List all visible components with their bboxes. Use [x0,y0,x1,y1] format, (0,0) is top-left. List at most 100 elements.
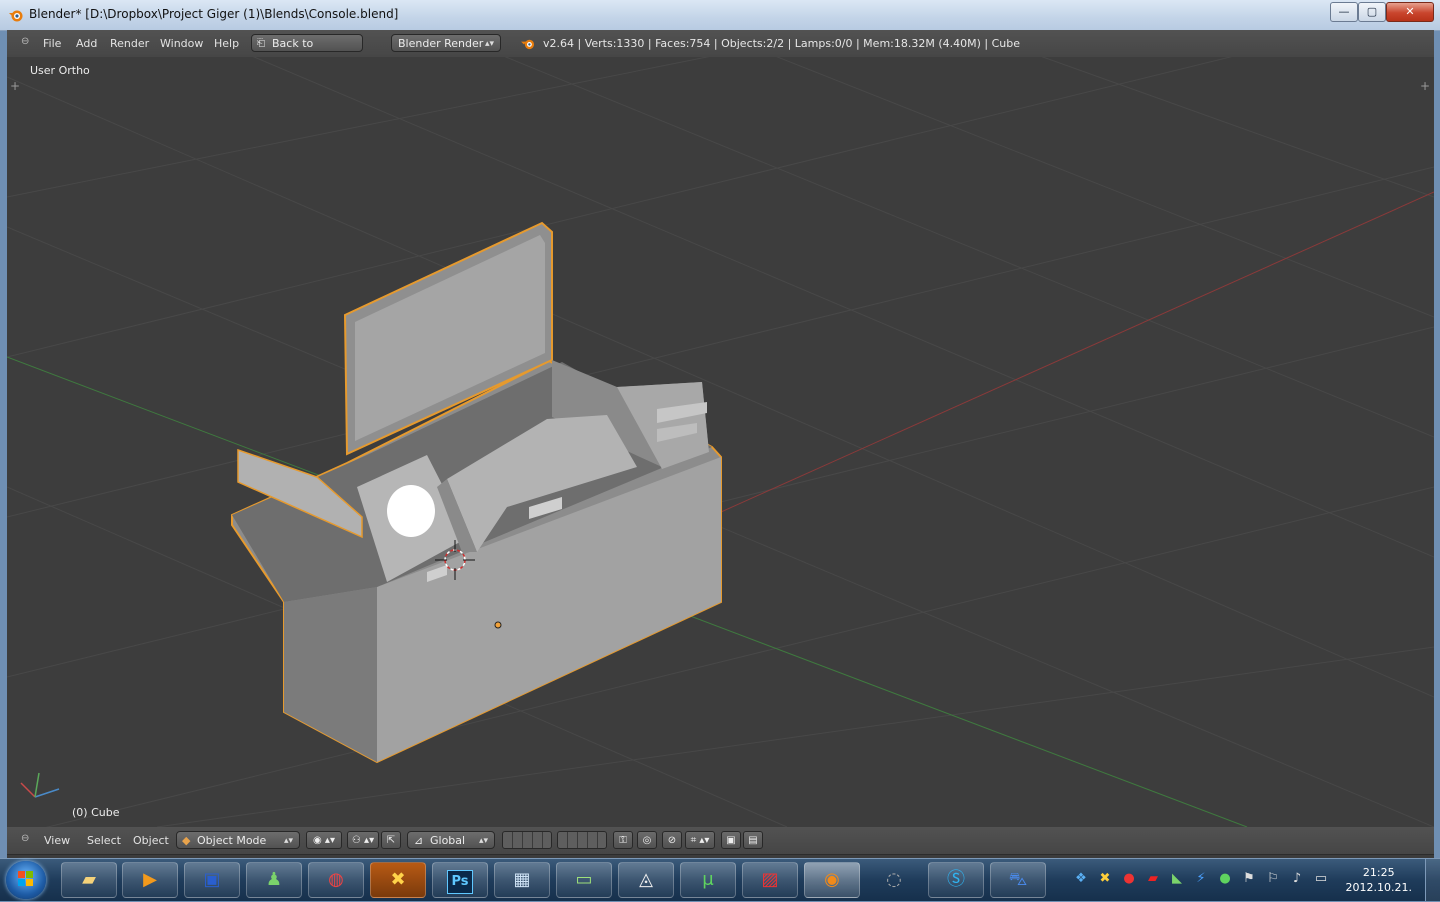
taskbar: ▰ ▶ ▣ ♟ ◍ ✖ Ps ▦ ▭ ◬ μ ▨ ◉ ◌ Ⓢ ⛍ ❖ ✖ ● ▰… [0,858,1440,901]
blender-logo-icon [9,10,23,22]
mode-label: Object Mode [197,834,267,847]
utorrent-tray-icon[interactable]: ● [1217,871,1233,887]
viewport-scene: + + [7,57,1434,827]
grid-floor [7,57,1434,827]
console-model[interactable] [231,221,722,764]
menu-help[interactable]: Help [214,37,239,50]
taskbar-stripes[interactable]: ▨ [742,862,798,898]
start-button[interactable] [6,861,46,899]
blender-icon: ◉ [824,869,840,890]
active-object-label: (0) Cube [72,806,120,819]
info-header: ⊖ File Add Render Window Help ⎗ Back to … [7,30,1434,68]
render-animation-icon[interactable]: ▤ [743,831,763,849]
taskbar-skype[interactable]: Ⓢ [928,862,984,898]
view-label: User Ortho [30,64,90,77]
save-icon: ▣ [203,869,221,890]
taskbar-explorer[interactable]: ▰ [61,862,117,898]
pivot-point-select[interactable]: ⚇ ▴▾ [347,831,379,849]
menu-file[interactable]: File [43,37,61,50]
orientation-icon: ⊿ [414,834,424,847]
windows-logo-icon [18,871,33,886]
lips-tray-icon[interactable]: ● [1121,871,1137,887]
flag-tray-icon[interactable]: ⚐ [1265,871,1281,887]
editor-type-icon[interactable]: ⊖ [21,36,29,47]
minimize-button[interactable]: — [1330,2,1358,22]
menu-render[interactable]: Render [110,37,149,50]
clock-time: 21:25 [1362,866,1395,879]
taskbar-utorrent[interactable]: μ [680,862,736,898]
taskbar-monitor[interactable]: ▭ [556,862,612,898]
orientation-label: Global [430,834,466,847]
chrome-icon: ◍ [328,869,344,890]
back-to-previous-button[interactable]: ⎗ Back to Previous [251,34,363,68]
taskbar-unity[interactable]: ◬ [618,862,674,898]
display-tray-icon[interactable]: ▭ [1313,871,1329,887]
object-origin-dot [494,621,502,629]
unity-icon: ◬ [639,869,653,890]
m-tray-icon[interactable]: ▰ [1145,871,1161,887]
taskbar-cheat[interactable]: ✖ [370,862,426,898]
cheat-icon: ✖ [390,869,406,890]
window-titlebar: Blender* [D:\Dropbox\Project Giger (1)\B… [0,0,1440,31]
console-round-light [387,485,435,537]
viewport-shading-select[interactable]: ◉ ▴▾ [306,831,342,849]
taskbar-media[interactable]: ▶ [122,862,178,898]
taskbar-messenger[interactable]: ♟ [246,862,302,898]
render-engine-label: Blender Render [398,37,484,50]
maximize-button[interactable]: ▢ [1358,2,1386,22]
messenger-icon: ♟ [265,869,283,890]
toolshelf-toggle-icon[interactable]: + [10,79,20,93]
menu-view[interactable]: View [44,834,70,847]
menu-window[interactable]: Window [160,37,203,50]
utorrent-icon: μ [702,869,714,890]
blender-logo-icon [521,39,535,50]
lock-layers-icon[interactable]: ⚿ [613,831,633,849]
editor-type-icon[interactable]: ⊖ [21,833,29,844]
menu-object[interactable]: Object [133,834,169,847]
volume-tray-icon[interactable]: ♪ [1289,871,1305,887]
power-tray-icon[interactable]: ⚡ [1193,871,1209,887]
render-camera-icon[interactable]: ▣ [721,831,741,849]
show-desktop-button[interactable] [1425,859,1440,901]
close-button[interactable]: ✕ [1386,2,1434,22]
layers-group-2[interactable] [557,831,607,849]
taskbar-photoshop[interactable]: Ps [432,862,488,898]
dropbox-tray-icon[interactable]: ❖ [1073,871,1089,887]
taskbar-loading[interactable]: ◌ [866,862,922,898]
axis-gizmo [20,772,60,798]
taskbar-calculator[interactable]: ▦ [494,862,550,898]
nvidia-tray-icon[interactable]: ◣ [1169,871,1185,887]
transform-orientation-select[interactable]: ⊿ Global ▴▾ [407,831,495,849]
loading-icon: ◌ [886,869,902,890]
layers-group-1[interactable] [502,831,552,849]
taskbar-blender[interactable]: ◉ [804,862,860,898]
menu-select[interactable]: Select [87,834,121,847]
3d-viewport[interactable]: + + User Ortho (0) Cube [7,57,1434,827]
render-engine-select[interactable]: Blender Render ▴▾ [391,34,501,52]
mode-select[interactable]: ◆ Object Mode ▴▾ [176,831,300,849]
skype-icon: Ⓢ [947,869,965,890]
stripes-icon: ▨ [761,869,779,890]
taskbar-chrome[interactable]: ◍ [308,862,364,898]
network-x-tray-icon[interactable]: ⚑ [1241,871,1257,887]
snap-element-select[interactable]: ⌗ ▴▾ [685,831,715,849]
taskbar-save[interactable]: ▣ [184,862,240,898]
menu-add[interactable]: Add [76,37,97,50]
3d-view-header: ⊖ View Select Object ◆ Object Mode ▴▾ ◉ … [7,827,1434,855]
clock[interactable]: 21:25 2012.10.21. [1346,865,1412,895]
properties-toggle-icon[interactable]: + [1420,79,1430,93]
cube-icon: ◆ [182,834,191,847]
media-icon: ▶ [143,869,157,890]
up-down-arrows-icon: ▴▾ [283,836,293,846]
blender-window: ⊖ File Add Render Window Help ⎗ Back to … [7,30,1434,858]
window-title: Blender* [D:\Dropbox\Project Giger (1)\B… [29,7,399,21]
manipulator-toggle[interactable]: ⇱ [381,831,401,849]
car-icon: ⛍ [1008,869,1028,890]
scene-stats: v2.64 | Verts:1330 | Faces:754 | Objects… [543,37,1021,50]
proportional-edit-icon[interactable]: ◎ [637,831,657,849]
calculator-icon: ▦ [513,869,531,890]
taskbar-car[interactable]: ⛍ [990,862,1046,898]
clock-date: 2012.10.21. [1345,881,1412,894]
cheat-tray-icon[interactable]: ✖ [1097,871,1113,887]
snap-icon[interactable]: ⊘ [662,831,682,849]
